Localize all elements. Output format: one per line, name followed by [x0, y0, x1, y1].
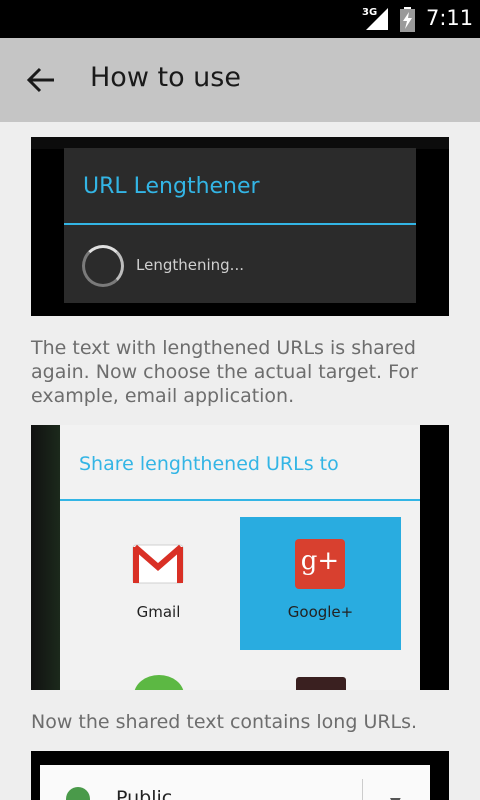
action-bar: How to use: [0, 38, 480, 122]
globe-icon: [66, 787, 90, 800]
share-target-google-plus: g+ Google+: [240, 517, 401, 650]
back-arrow-icon[interactable]: [26, 66, 56, 94]
screenshot-post: Public ▼: [31, 751, 449, 800]
caption-share-again: The text with lengthened URLs is shared …: [31, 337, 418, 407]
lengthener-dialog: URL Lengthener Lengthening...: [64, 148, 416, 303]
page-title: How to use: [90, 62, 241, 93]
share-target-gmail: Gmail: [78, 517, 239, 650]
divider: [362, 779, 363, 800]
screenshot-background: [420, 425, 449, 690]
caption-long-urls: Now the shared text contains long URLs.: [31, 711, 418, 733]
battery-charging-icon: [400, 7, 415, 32]
progress-spinner-icon: [82, 245, 124, 287]
screenshot-lengthening: URL Lengthener Lengthening...: [31, 137, 449, 316]
signal-icon: [366, 8, 388, 30]
status-bar: 3G 7:11: [0, 0, 480, 38]
chevron-down-icon: ▼: [390, 795, 401, 800]
screenshot-share-chooser: Share lenghthened URLs to Gmail g+ Googl…: [31, 425, 449, 690]
dialog-divider: [64, 223, 416, 225]
google-plus-icon: g+: [295, 539, 345, 589]
post-visibility-card: Public ▼: [40, 765, 430, 800]
app-icon: [296, 677, 346, 690]
progress-message: Lengthening...: [136, 256, 244, 274]
dialog-divider: [60, 499, 420, 501]
visibility-label: Public: [116, 787, 173, 800]
share-dialog: Share lenghthened URLs to Gmail g+ Googl…: [60, 425, 420, 690]
hangouts-icon: [134, 675, 184, 690]
share-target-label: Gmail: [136, 603, 181, 621]
share-target-label: Google+: [287, 603, 354, 621]
screenshot-background: [31, 425, 61, 690]
gmail-icon: [132, 544, 184, 584]
dialog-title: URL Lengthener: [83, 174, 260, 199]
clock: 7:11: [426, 6, 474, 30]
scroll-content[interactable]: URL Lengthener Lengthening... The text w…: [0, 122, 480, 800]
dialog-title: Share lenghthened URLs to: [79, 453, 339, 475]
